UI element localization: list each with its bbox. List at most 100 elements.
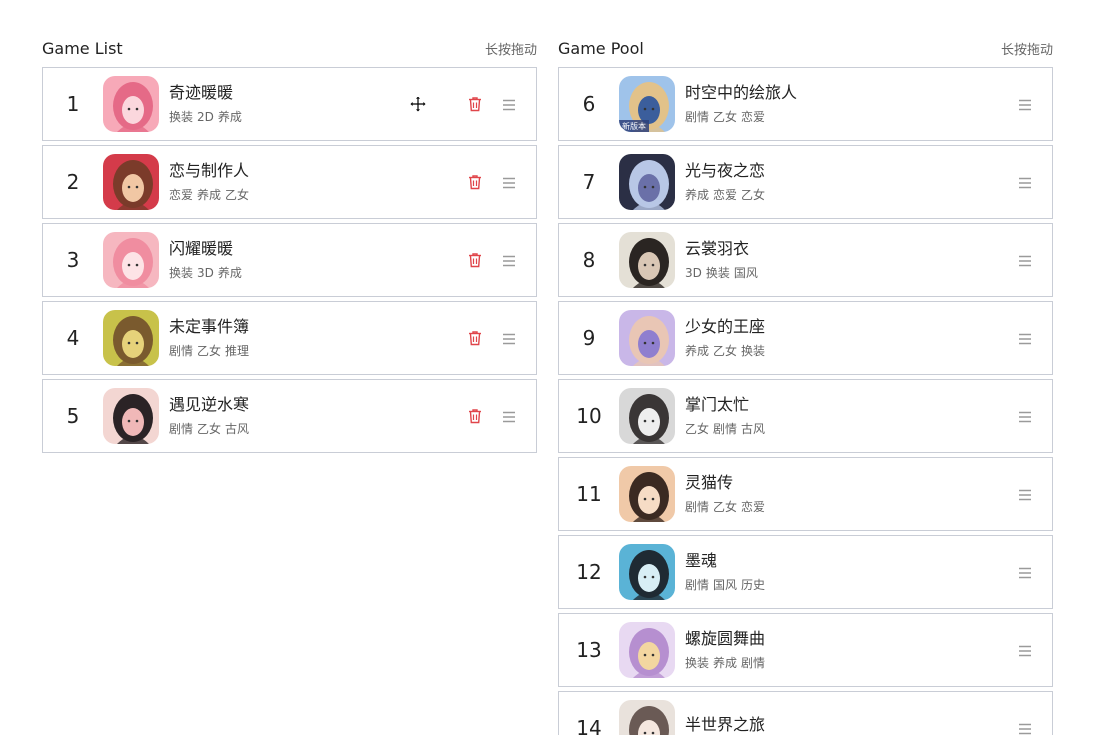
game-card[interactable]: 2 恋与制作人 恋爱 养成 乙女 — [42, 145, 537, 219]
game-rank-number: 3 — [66, 248, 80, 272]
game-card[interactable]: 8 云裳羽衣 3D 换装 国风 — [558, 223, 1053, 297]
drag-handle-icon[interactable] — [502, 331, 516, 345]
delete-trash-icon[interactable] — [468, 330, 482, 346]
game-tag: 恋爱 — [741, 500, 766, 514]
game-tags: 剧情 乙女 恋爱 — [685, 499, 1052, 515]
game-tag: 恋爱 — [741, 110, 766, 124]
game-tag: 乙女 — [713, 500, 738, 514]
game-name: 时空中的绘旅人 — [685, 83, 798, 102]
game-card[interactable]: 1 奇迹暖暖 换装 2D 养成 — [42, 67, 537, 141]
game-rank-number: 9 — [582, 326, 596, 350]
game-card[interactable]: 14 半世界之旅 — [558, 691, 1053, 735]
game-tag: 剧情 — [685, 500, 710, 514]
game-icon — [103, 232, 159, 288]
drag-handle-icon[interactable] — [1018, 721, 1032, 735]
game-icon — [619, 700, 675, 735]
drag-handle-icon[interactable] — [502, 175, 516, 189]
game-card[interactable]: 10 掌门太忙 乙女 剧情 古风 — [558, 379, 1053, 453]
game-tags: 剧情 国风 历史 — [685, 577, 1052, 593]
game-rank-number: 7 — [582, 170, 596, 194]
game-tag: 恋爱 — [169, 188, 194, 202]
game-rank-number: 14 — [576, 716, 602, 735]
drag-handle-icon[interactable] — [1018, 487, 1032, 501]
drag-handle-icon[interactable] — [1018, 409, 1032, 423]
game-info: 螺旋圆舞曲 换装 养成 剧情 — [685, 629, 1052, 671]
game-card[interactable]: 3 闪耀暖暖 换装 3D 养成 — [42, 223, 537, 297]
game-tags: 3D 换装 国风 — [685, 265, 1052, 281]
move-cursor-icon — [410, 96, 426, 112]
game-rank-number: 8 — [582, 248, 596, 272]
game-info: 半世界之旅 — [685, 715, 1052, 735]
game-rank-number: 4 — [66, 326, 80, 350]
game-tag: 2D — [197, 110, 214, 124]
game-tag: 乙女 — [713, 344, 738, 358]
game-tag: 推理 — [225, 344, 250, 358]
game-pool-column: Game Pool 长按拖动 6 新版本 时空中的绘旅人 剧情 乙女 恋爱 7 光与夜之恋 养成… — [558, 36, 1053, 735]
delete-trash-icon[interactable] — [468, 408, 482, 424]
game-icon — [619, 544, 675, 600]
delete-trash-icon[interactable] — [468, 96, 482, 112]
game-card[interactable]: 4 未定事件簿 剧情 乙女 推理 — [42, 301, 537, 375]
game-icon — [103, 388, 159, 444]
game-info: 墨魂 剧情 国风 历史 — [685, 551, 1052, 593]
game-card[interactable]: 9 少女的王座 养成 乙女 换装 — [558, 301, 1053, 375]
game-icon: 新版本 — [619, 76, 675, 132]
drag-handle-icon[interactable] — [502, 253, 516, 267]
delete-trash-icon[interactable] — [468, 252, 482, 268]
game-tag: 乙女 — [225, 188, 250, 202]
game-tag: 3D — [685, 266, 702, 280]
game-pool-drag-hint: 长按拖动 — [1000, 42, 1053, 58]
game-tag: 换装 — [685, 656, 710, 670]
game-rank-number: 12 — [576, 560, 602, 584]
game-tag: 养成 — [685, 344, 710, 358]
game-pool-header: Game Pool 长按拖动 — [558, 36, 1053, 60]
drag-handle-icon[interactable] — [1018, 175, 1032, 189]
game-tags: 换装 养成 剧情 — [685, 655, 1052, 671]
game-card[interactable]: 7 光与夜之恋 养成 恋爱 乙女 — [558, 145, 1053, 219]
svg-text:新版本: 新版本 — [622, 121, 646, 131]
game-info: 时空中的绘旅人剧情 乙女 恋爱 — [685, 83, 1052, 125]
game-tag: 换装 — [169, 110, 194, 124]
game-tag: 乙女 — [741, 188, 766, 202]
game-list-title: Game List — [42, 38, 123, 58]
game-card[interactable]: 12 墨魂 剧情 国风 历史 — [558, 535, 1053, 609]
game-icon — [619, 232, 675, 288]
game-icon — [619, 310, 675, 366]
game-list-header: Game List 长按拖动 — [42, 36, 537, 60]
game-tags: 乙女 剧情 古风 — [685, 421, 1052, 437]
game-card[interactable]: 13 螺旋圆舞曲 换装 养成 剧情 — [558, 613, 1053, 687]
drag-handle-icon[interactable] — [1018, 331, 1032, 345]
delete-trash-icon[interactable] — [468, 174, 482, 190]
game-card[interactable]: 11 灵猫传 剧情 乙女 恋爱 — [558, 457, 1053, 531]
game-icon — [619, 466, 675, 522]
game-pool-list: 6 新版本 时空中的绘旅人 剧情 乙女 恋爱 7 光与夜之恋 养成 恋爱 乙女 8 云裳羽衣 3D 换装 国风… — [558, 67, 1053, 735]
game-rank-number: 13 — [576, 638, 602, 662]
game-rank-number: 5 — [66, 404, 80, 428]
game-info: 云裳羽衣 3D 换装 国风 — [685, 239, 1052, 281]
game-info: 少女的王座 养成 乙女 换装 — [685, 317, 1052, 359]
game-rank-number: 1 — [66, 92, 80, 116]
game-tag: 乙女 — [197, 422, 222, 436]
game-tag: 恋爱 — [713, 188, 738, 202]
game-list: 1 奇迹暖暖 换装 2D 养成 2 恋与制作人 恋爱 养成 乙女 3 闪耀暖暖 换装 3D 养成 4 未定事件簿… — [42, 67, 537, 453]
game-tags: 养成 乙女 换装 — [685, 343, 1052, 359]
game-tags: 剧情 乙女 恋爱 — [685, 109, 1052, 125]
game-tag: 换装 — [169, 266, 194, 280]
drag-handle-icon[interactable] — [502, 409, 516, 423]
game-list-drag-hint: 长按拖动 — [484, 42, 537, 58]
game-card[interactable]: 5 遇见逆水寒 剧情 乙女 古风 — [42, 379, 537, 453]
game-rank-number: 10 — [576, 404, 602, 428]
game-tag: 3D — [197, 266, 214, 280]
game-card[interactable]: 6 新版本 时空中的绘旅人剧情 乙女 恋爱 — [558, 67, 1053, 141]
drag-handle-icon[interactable] — [502, 97, 516, 111]
game-rank-number: 6 — [582, 92, 596, 116]
drag-handle-icon[interactable] — [1018, 565, 1032, 579]
game-tag: 剧情 — [741, 656, 766, 670]
game-tag: 换装 — [741, 344, 766, 358]
drag-handle-icon[interactable] — [1018, 253, 1032, 267]
game-tag: 养成 — [713, 656, 738, 670]
drag-handle-icon[interactable] — [1018, 97, 1032, 111]
drag-handle-icon[interactable] — [1018, 643, 1032, 657]
game-icon — [619, 388, 675, 444]
game-icon — [619, 154, 675, 210]
